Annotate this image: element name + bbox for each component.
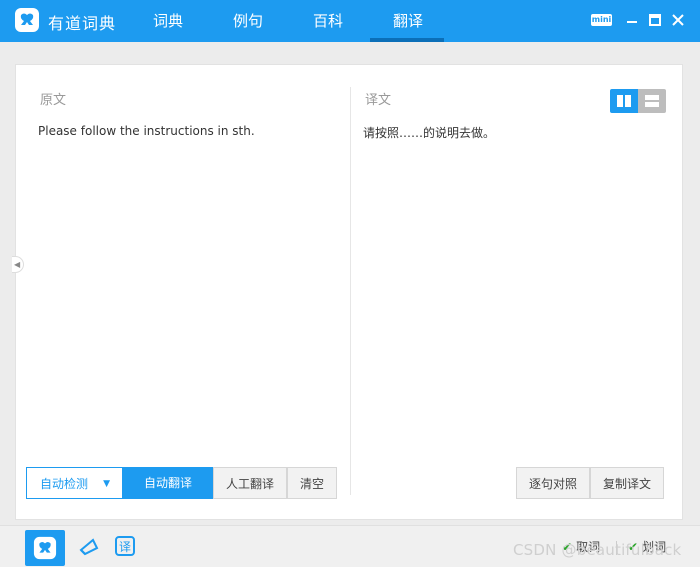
close-icon[interactable] (670, 12, 686, 28)
dropdown-arrow-icon: ▼ (103, 479, 110, 489)
clear-button[interactable]: 清空 (287, 467, 337, 499)
source-title: 原文 (40, 93, 67, 108)
app-name: 有道词典 (48, 14, 117, 33)
tab-encyclopedia[interactable]: 百科 (313, 10, 343, 31)
mini-mode-button[interactable]: mini (591, 14, 612, 26)
translate-tool-icon[interactable]: 译 (114, 535, 136, 557)
side-by-side-layout-icon[interactable] (610, 89, 638, 113)
minimize-icon[interactable] (624, 12, 640, 28)
youdao-logo-icon (15, 8, 39, 32)
stacked-layout-icon[interactable] (638, 89, 666, 113)
language-select[interactable]: 自动检测 ▼ (26, 467, 123, 499)
language-select-label: 自动检测 (40, 477, 89, 491)
translation-panel: 原文 Please follow the instructions in sth… (15, 64, 683, 520)
svg-text:译: 译 (119, 540, 131, 554)
watermark: CSDN @beautifulback (513, 541, 682, 559)
sentence-compare-button[interactable]: 逐句对照 (516, 467, 590, 499)
dictionary-mode-button[interactable] (25, 530, 65, 566)
target-title: 译文 (365, 93, 392, 108)
copy-translation-button[interactable]: 复制译文 (590, 467, 664, 499)
tab-translate[interactable]: 翻译 (393, 10, 423, 31)
tab-examples[interactable]: 例句 (233, 10, 263, 31)
target-text-output: 请按照……的说明去做。 (363, 126, 496, 140)
title-bar: 有道词典 词典 例句 百科 翻译 mini (0, 0, 700, 42)
chevron-left-icon: ◀ (14, 260, 21, 269)
pane-divider (350, 87, 351, 495)
source-text-input[interactable]: Please follow the instructions in sth. (38, 124, 255, 138)
maximize-icon[interactable] (647, 12, 663, 28)
youdao-logo-icon (33, 536, 57, 560)
tab-dictionary[interactable]: 词典 (153, 10, 183, 31)
layout-toggle (610, 89, 666, 113)
auto-translate-button[interactable]: 自动翻译 (123, 467, 213, 499)
human-translate-button[interactable]: 人工翻译 (213, 467, 287, 499)
notebook-icon[interactable] (78, 536, 100, 558)
active-tab-indicator (370, 38, 444, 42)
